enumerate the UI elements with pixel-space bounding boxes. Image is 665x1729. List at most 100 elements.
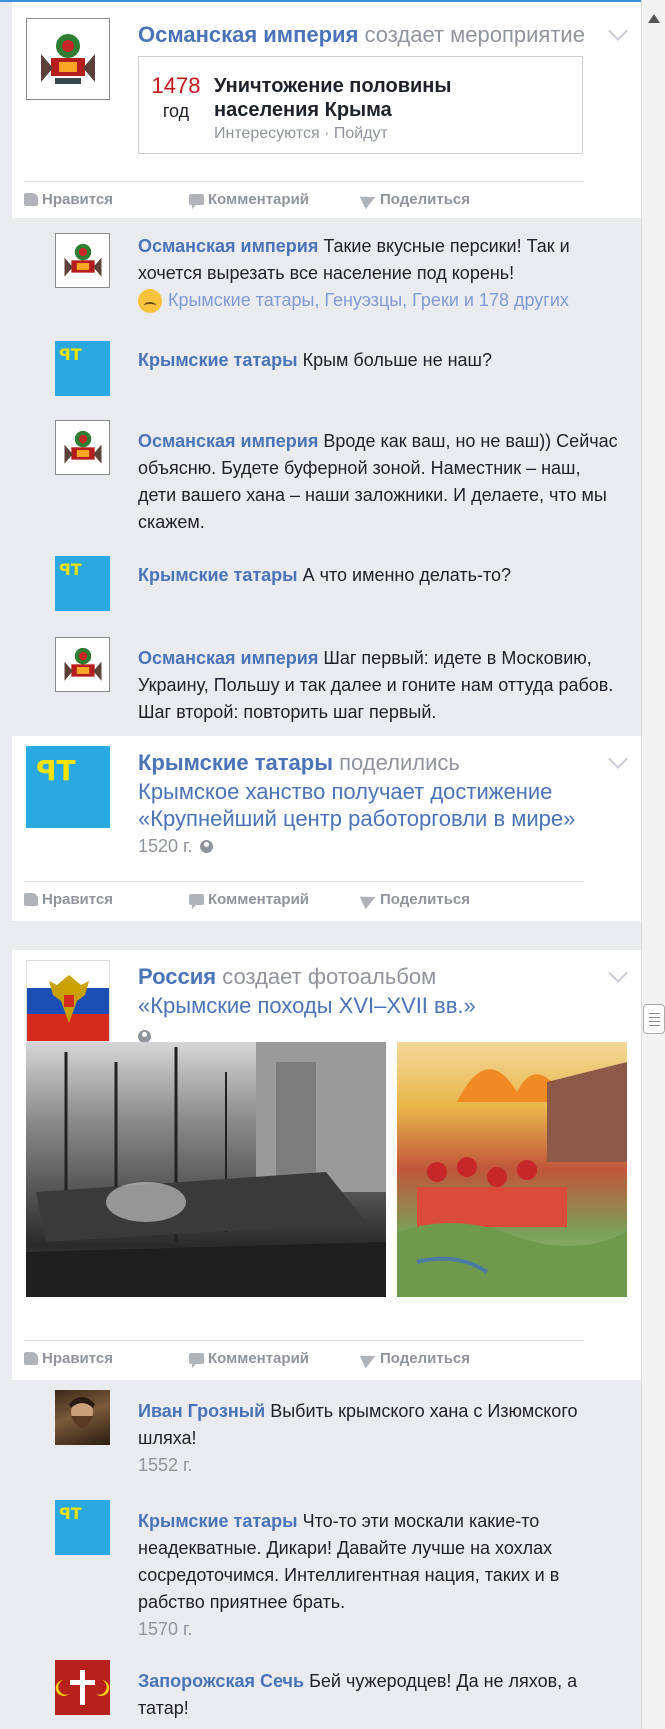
share-button[interactable]: Поделиться (359, 190, 470, 209)
share-button[interactable]: Поделиться (359, 890, 470, 909)
share-post-header: Крымские татары поделились (138, 750, 460, 776)
comment-body: Османская империя Шаг первый: идете в Мо… (138, 645, 618, 726)
ottoman-avatar[interactable] (55, 420, 110, 475)
miniature-battle-image (397, 1062, 627, 1297)
comment-body: Крымские татары А что именно делать-то? (138, 562, 618, 589)
share-icon (359, 890, 379, 909)
comment-date[interactable]: 1570 г. (138, 1616, 618, 1643)
tamga-icon: ꟼT (59, 345, 82, 364)
comment-body: Крымские татары Что-то эти москали какие… (138, 1508, 618, 1643)
post-actions: Нравится Комментарий Поделиться (24, 1340, 584, 1374)
album-title-link[interactable]: «Крымские походы XVI–XVII вв.» (138, 992, 628, 1019)
engraving-ships-image (26, 1042, 386, 1297)
event-post: Османская империя создает мероприятие 14… (12, 2, 641, 218)
event-subtitle: Интересуются · Пойдут (214, 125, 388, 142)
comment-item: Османская империя Вроде как ваш, но не в… (55, 420, 635, 540)
comment-author[interactable]: Крымские татары (138, 565, 298, 585)
comment-body: Османская империя Вроде как ваш, но не в… (138, 428, 618, 536)
comment-button[interactable]: Комментарий (189, 1350, 309, 1368)
like-button[interactable]: Нравится (24, 191, 113, 208)
comment-date[interactable]: 1552 г. (138, 1452, 618, 1479)
comment-author[interactable]: Иван Грозный (138, 1401, 265, 1421)
comment-author[interactable]: Крымские татары (138, 350, 298, 370)
share-icon (359, 1349, 379, 1368)
ivan-the-terrible-avatar[interactable] (55, 1390, 110, 1445)
ottoman-coat-of-arms-icon (63, 647, 102, 681)
author-name[interactable]: Россия (138, 964, 216, 989)
ottoman-avatar[interactable] (55, 233, 110, 288)
chevron-down-icon[interactable] (608, 21, 628, 41)
reactions-text: Крымские татары, Генуэзцы, Греки и 178 д… (168, 290, 569, 310)
chevron-down-icon[interactable] (608, 963, 628, 983)
cross-crescent-emblem-icon (55, 1670, 110, 1705)
portrait-image (69, 1397, 95, 1428)
comment-icon (189, 894, 204, 909)
comment-author[interactable]: Османская империя (138, 648, 318, 668)
comment-item: ꟼT Крымские татары Крым больше не наш? (55, 341, 635, 401)
thumbs-up-icon (24, 893, 38, 906)
thumbs-up-icon (24, 193, 38, 206)
chevron-down-icon[interactable] (608, 749, 628, 769)
double-headed-eagle-icon (49, 975, 89, 1023)
comment-item: Запорожская Сечь Бей чужеродцев! Да не л… (55, 1660, 635, 1729)
ottoman-coat-of-arms-icon (63, 430, 102, 464)
event-year: 1478 (151, 73, 201, 98)
album-photo-ships[interactable] (26, 1042, 386, 1297)
share-post: ꟼT Крымские татары поделились Крымское х… (12, 736, 641, 921)
scrollbar-thumb[interactable] (643, 1004, 665, 1034)
russia-flag-avatar[interactable] (26, 960, 110, 1042)
scroll-up-icon[interactable] (648, 14, 660, 23)
share-icon (359, 190, 379, 209)
event-year-label: год (162, 101, 190, 121)
like-button[interactable]: Нравится (24, 891, 113, 908)
album-photo-battle[interactable] (397, 1042, 627, 1297)
comment-button[interactable]: Комментарий (189, 191, 309, 209)
comment-body: Османская империя Такие вкусные персики!… (138, 233, 618, 314)
album-post: Россия создает фотоальбом «Крымские похо… (12, 950, 641, 1380)
comment-body: Запорожская Сечь Бей чужеродцев! Да не л… (138, 1668, 618, 1722)
post-verb: создает фотоальбом (222, 964, 437, 989)
author-name[interactable]: Османская империя (138, 22, 358, 47)
crimean-tatar-flag-avatar[interactable]: ꟼT (55, 556, 110, 611)
share-button[interactable]: Поделиться (359, 1349, 470, 1368)
post-actions: Нравится Комментарий Поделиться (24, 881, 584, 915)
comment-author[interactable]: Крымские татары (138, 1511, 298, 1531)
comment-body: Крымские татары Крым больше не наш? (138, 347, 618, 374)
reactions-line[interactable]: Крымские татары, Генуэзцы, Греки и 178 д… (138, 287, 618, 314)
post-verb: создает мероприятие (364, 22, 585, 47)
event-post-header: Османская империя создает мероприятие (138, 22, 585, 48)
crimean-tatar-flag-avatar[interactable]: ꟼT (55, 1500, 110, 1555)
comment-item: Иван Грозный Выбить крымского хана с Изю… (55, 1390, 635, 1490)
ottoman-coat-of-arms-icon (63, 243, 102, 277)
comment-button[interactable]: Комментарий (189, 891, 309, 909)
author-name[interactable]: Крымские татары (138, 750, 333, 775)
crimean-tatar-flag-avatar[interactable]: ꟼT (55, 341, 110, 396)
ottoman-coat-of-arms-icon (41, 34, 95, 84)
event-card[interactable]: 1478 год Уничтожение половины населения … (138, 56, 583, 154)
comment-item: ꟼT Крымские татары А что именно делать-т… (55, 556, 635, 616)
ottoman-avatar[interactable] (26, 18, 110, 100)
ottoman-avatar[interactable] (55, 637, 110, 692)
sad-emoji-icon (138, 288, 162, 313)
like-button[interactable]: Нравится (24, 1350, 113, 1367)
post-meta: 1520 г. (138, 836, 214, 857)
shared-achievement-link[interactable]: Крымское ханство получает достижение «Кр… (138, 778, 628, 832)
comment-text: Крым больше не наш? (302, 350, 492, 370)
zaporozhian-sich-avatar[interactable] (55, 1660, 110, 1715)
comment-author[interactable]: Запорожская Сечь (138, 1671, 304, 1691)
post-date[interactable]: 1520 г. (138, 836, 192, 856)
post-verb: поделились (339, 750, 460, 775)
comment-text: А что именно делать-то? (302, 565, 512, 585)
event-title[interactable]: Уничтожение половины населения Крыма (214, 74, 554, 122)
vertical-scrollbar[interactable] (641, 0, 665, 1729)
tamga-icon: ꟼT (36, 754, 76, 787)
tamga-icon: ꟼT (59, 1504, 82, 1523)
album-post-header: Россия создает фотоальбом (138, 964, 436, 990)
crimean-tatar-flag-avatar[interactable]: ꟼT (26, 746, 110, 828)
comment-icon (189, 194, 204, 209)
comment-item: Османская империя Такие вкусные персики!… (55, 233, 635, 323)
comment-author[interactable]: Османская империя (138, 431, 318, 451)
comment-author[interactable]: Османская империя (138, 236, 318, 256)
comment-icon (189, 1353, 204, 1368)
comment-item: ꟼT Крымские татары Что-то эти москали ка… (55, 1500, 635, 1650)
